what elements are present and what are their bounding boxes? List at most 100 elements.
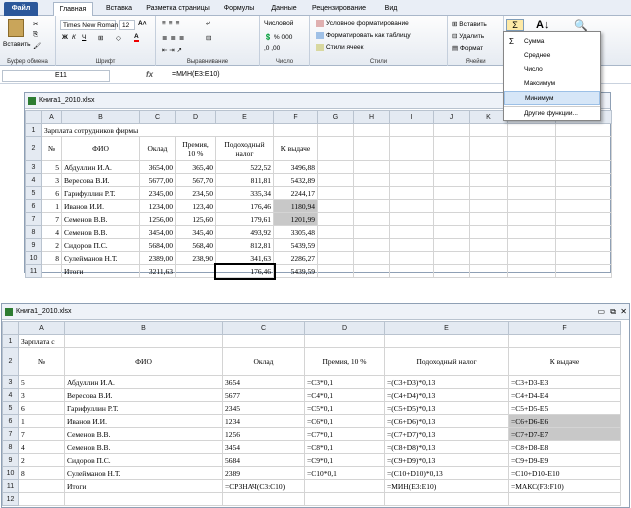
cell[interactable] [389,251,434,265]
cell[interactable] [555,238,612,252]
table-cell[interactable]: =C10+D10-E10 [508,466,621,480]
autosum-button[interactable]: Σ [506,19,524,31]
row-header[interactable]: 2 [25,136,42,161]
cell[interactable] [389,186,434,200]
table-cell[interactable]: 1180,94 [273,199,318,213]
col-header-d[interactable]: D [304,321,385,335]
row-header[interactable]: 10 [2,466,19,480]
table-cell[interactable]: =C3+D3-E3 [508,375,621,389]
table-cell[interactable]: Семенов В.В. [61,225,140,239]
table-cell[interactable]: 1201,99 [273,212,318,226]
cell[interactable] [433,173,470,187]
header-pay[interactable]: К выдаче [508,347,621,376]
cell[interactable] [555,173,612,187]
cell[interactable] [389,160,434,174]
underline-icon[interactable]: Ч [82,34,86,41]
merge-icon[interactable]: ⊟ [206,34,211,42]
cell[interactable] [353,160,390,174]
table-cell[interactable]: 5684 [222,453,305,467]
header-bonus[interactable]: Премия, 10 % [304,347,385,376]
cell[interactable] [64,334,223,348]
table-cell[interactable]: 176,46 [215,199,274,213]
header-tax[interactable]: Подоходный налог [384,347,509,376]
table-cell[interactable]: 125,60 [175,212,216,226]
sheet-title-cell[interactable]: Зарплата с [18,334,65,348]
font-color-icon[interactable]: A [134,33,139,42]
vertical-align-icons[interactable]: ≡≡≡ [162,20,182,27]
horizontal-align-icons[interactable]: ≣≣≣ [162,34,187,42]
tab-file[interactable]: Файл [4,2,38,16]
formula-input[interactable]: =МИН(E3:E10) [172,71,220,78]
table-cell[interactable]: 123,40 [175,199,216,213]
table-cell[interactable]: 1234,00 [139,199,176,213]
table-cell[interactable]: 2389 [222,466,305,480]
cell[interactable] [433,136,470,161]
cell[interactable] [353,186,390,200]
table-cell[interactable]: 2345,00 [139,186,176,200]
cell[interactable] [555,123,612,137]
table-cell[interactable]: Вересова В.И. [64,388,223,402]
table-cell[interactable]: 811,81 [215,173,274,187]
cell[interactable] [384,334,509,348]
table-cell[interactable]: Гарифуллин Р.Т. [61,186,140,200]
menu-item-max[interactable]: Максимум [504,77,600,91]
header-salary[interactable]: Оклад [222,347,305,376]
table-cell[interactable]: Гарифуллин Р.Т. [64,401,223,415]
table-cell[interactable]: Абдуллин И.А. [61,160,140,174]
table-cell[interactable]: 341,63 [215,251,274,265]
cell[interactable] [389,238,434,252]
table-cell[interactable]: Абдуллин И.А. [64,375,223,389]
col-header-c[interactable]: C [222,321,305,335]
col-header-d[interactable]: D [175,110,216,124]
table-cell[interactable]: =СРЗНАЧ(C3:C10) [222,479,305,493]
table-cell[interactable] [41,264,62,278]
menu-item-sum[interactable]: Σ Сумма [504,35,600,49]
table-cell[interactable]: =C7+D7-E7 [508,427,621,441]
row-header[interactable]: 12 [2,492,19,506]
table-cell[interactable]: =(C5+D5)*0,13 [384,401,509,415]
row-header[interactable]: 11 [25,264,42,278]
paste-icon[interactable] [8,19,24,37]
cell[interactable] [555,225,612,239]
font-size-select[interactable]: 12 [119,20,135,30]
table-cell[interactable]: =C9*0,1 [304,453,385,467]
cell[interactable] [317,212,354,226]
table-cell[interactable]: 4 [41,225,62,239]
header-fio[interactable]: ФИО [64,347,223,376]
col-header-a[interactable]: A [41,110,62,124]
cell[interactable] [389,136,434,161]
table-cell[interactable]: Сидоров П.С. [61,238,140,252]
cell[interactable] [433,212,470,226]
cell[interactable] [433,225,470,239]
table-cell[interactable]: =C9+D9-E9 [508,453,621,467]
italic-icon[interactable]: К [72,34,76,41]
fx-icon[interactable]: fx [146,70,153,79]
table-cell[interactable]: 8 [18,466,65,480]
table-cell[interactable]: =C4+D4-E4 [508,388,621,402]
borders-icon[interactable]: ⊞ [98,34,103,42]
table-cell[interactable]: Сулейманов Н.Т. [61,251,140,265]
tab-insert[interactable]: Вставка [98,2,140,16]
font-name-select[interactable]: Times New Roman [60,20,118,30]
header-tax[interactable]: Подоходный налог [215,136,274,161]
table-cell[interactable]: 493,92 [215,225,274,239]
cell[interactable] [64,492,223,506]
cell[interactable] [555,264,612,278]
table-cell[interactable]: =МИН(E3:E10) [384,479,509,493]
number-format-select[interactable]: Числовой [264,20,293,27]
table-cell[interactable] [304,479,385,493]
menu-item-average[interactable]: Среднее [504,49,600,63]
row-header[interactable]: 1 [2,334,19,348]
col-header-j[interactable]: J [433,110,470,124]
indent-icons[interactable]: ⇤ ⇥ ↗ [162,46,182,54]
delete-cells-button[interactable]: ⊟ Удалить [452,32,484,40]
close-icon[interactable]: ✕ [620,307,627,316]
table-cell[interactable]: Итоги [61,264,140,278]
table-cell[interactable]: =C3*0,1 [304,375,385,389]
cell[interactable] [433,238,470,252]
col-header-b[interactable]: B [64,321,223,335]
table-cell[interactable]: 2389,00 [139,251,176,265]
table-cell[interactable]: =(C8+D8)*0,13 [384,440,509,454]
row-header[interactable]: 2 [2,347,19,376]
cell[interactable] [469,160,508,174]
